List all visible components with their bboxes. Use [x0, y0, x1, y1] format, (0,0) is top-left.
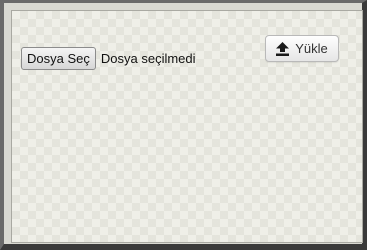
upload-panel: Dosya Seç Dosya seçilmedi Yükle: [11, 10, 363, 243]
upload-icon: [276, 41, 290, 56]
upload-button-label: Yükle: [295, 41, 328, 56]
window-frame: Dosya Seç Dosya seçilmedi Yükle: [0, 0, 367, 250]
choose-file-button[interactable]: Dosya Seç: [21, 47, 96, 70]
upload-button[interactable]: Yükle: [265, 35, 339, 62]
file-status-text: Dosya seçilmedi: [100, 51, 196, 66]
file-input: Dosya Seç Dosya seçilmedi: [21, 47, 196, 70]
